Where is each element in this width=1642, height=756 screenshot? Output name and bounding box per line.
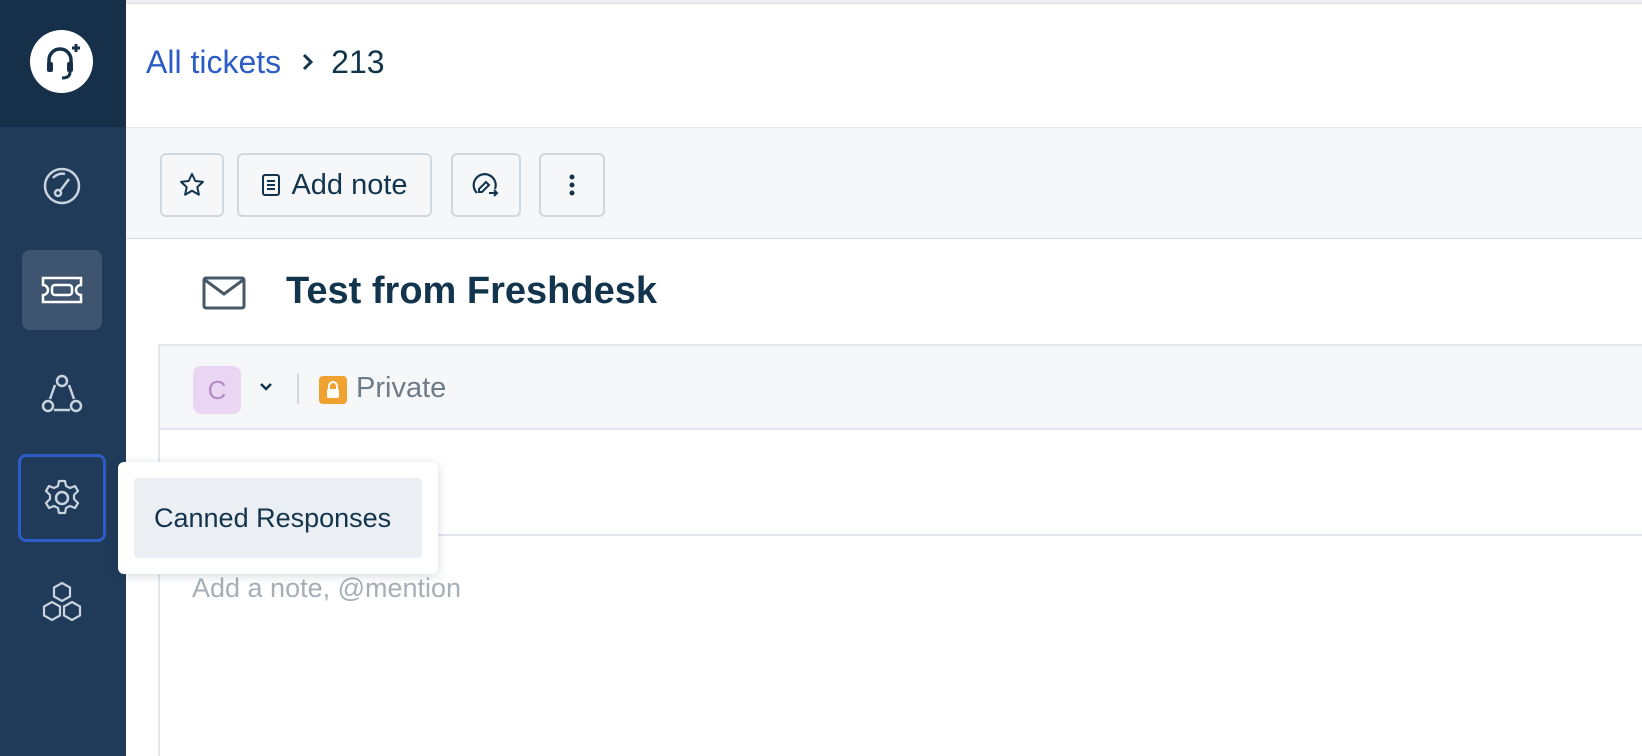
lock-icon [319, 376, 347, 404]
star-button[interactable] [160, 153, 224, 217]
contacts-icon [41, 374, 83, 413]
dashboard-icon [43, 167, 81, 205]
add-note-button[interactable]: Add note [237, 153, 432, 217]
sidebar-item-dashboard[interactable] [22, 146, 102, 226]
more-options-button[interactable] [539, 153, 605, 217]
divider [297, 374, 299, 404]
forward-button[interactable] [451, 153, 521, 217]
sidebar [0, 0, 126, 756]
chevron-right-icon [301, 52, 315, 72]
breadcrumb-ticket-id: 213 [331, 43, 385, 80]
canned-responses-menu-item[interactable]: Canned Responses [134, 478, 422, 558]
sidebar-item-apps[interactable] [22, 562, 102, 642]
sidebar-header [0, 0, 126, 127]
avatar: C [193, 366, 241, 414]
sidebar-item-contacts[interactable] [22, 354, 102, 434]
add-note-label: Add note [291, 168, 408, 201]
conversation-forward-icon [472, 173, 499, 197]
private-label: Private [356, 372, 447, 404]
note-icon [262, 174, 281, 196]
breadcrumb-all-tickets-link[interactable]: All tickets [146, 44, 281, 81]
tickets-icon [41, 276, 83, 304]
note-input[interactable] [192, 568, 1492, 608]
more-vertical-icon [569, 174, 575, 196]
star-icon [180, 173, 204, 196]
note-editor-header: C Private [160, 346, 1642, 430]
ticket-toolbar: Add note [126, 127, 1642, 239]
email-icon [202, 276, 246, 315]
ticket-subject: Test from Freshdesk [286, 270, 657, 312]
sidebar-item-admin[interactable] [18, 454, 106, 542]
apps-icon [42, 581, 82, 622]
admin-popover: Canned Responses [118, 462, 438, 574]
freshdesk-logo-icon[interactable] [30, 30, 93, 93]
sidebar-item-tickets[interactable] [22, 250, 102, 330]
gear-icon [44, 479, 80, 515]
top-border [126, 0, 1642, 4]
breadcrumb: All tickets 213 [146, 42, 385, 82]
ticket-subject-row: Test from Freshdesk [126, 240, 1642, 344]
chevron-down-icon[interactable] [258, 380, 274, 398]
